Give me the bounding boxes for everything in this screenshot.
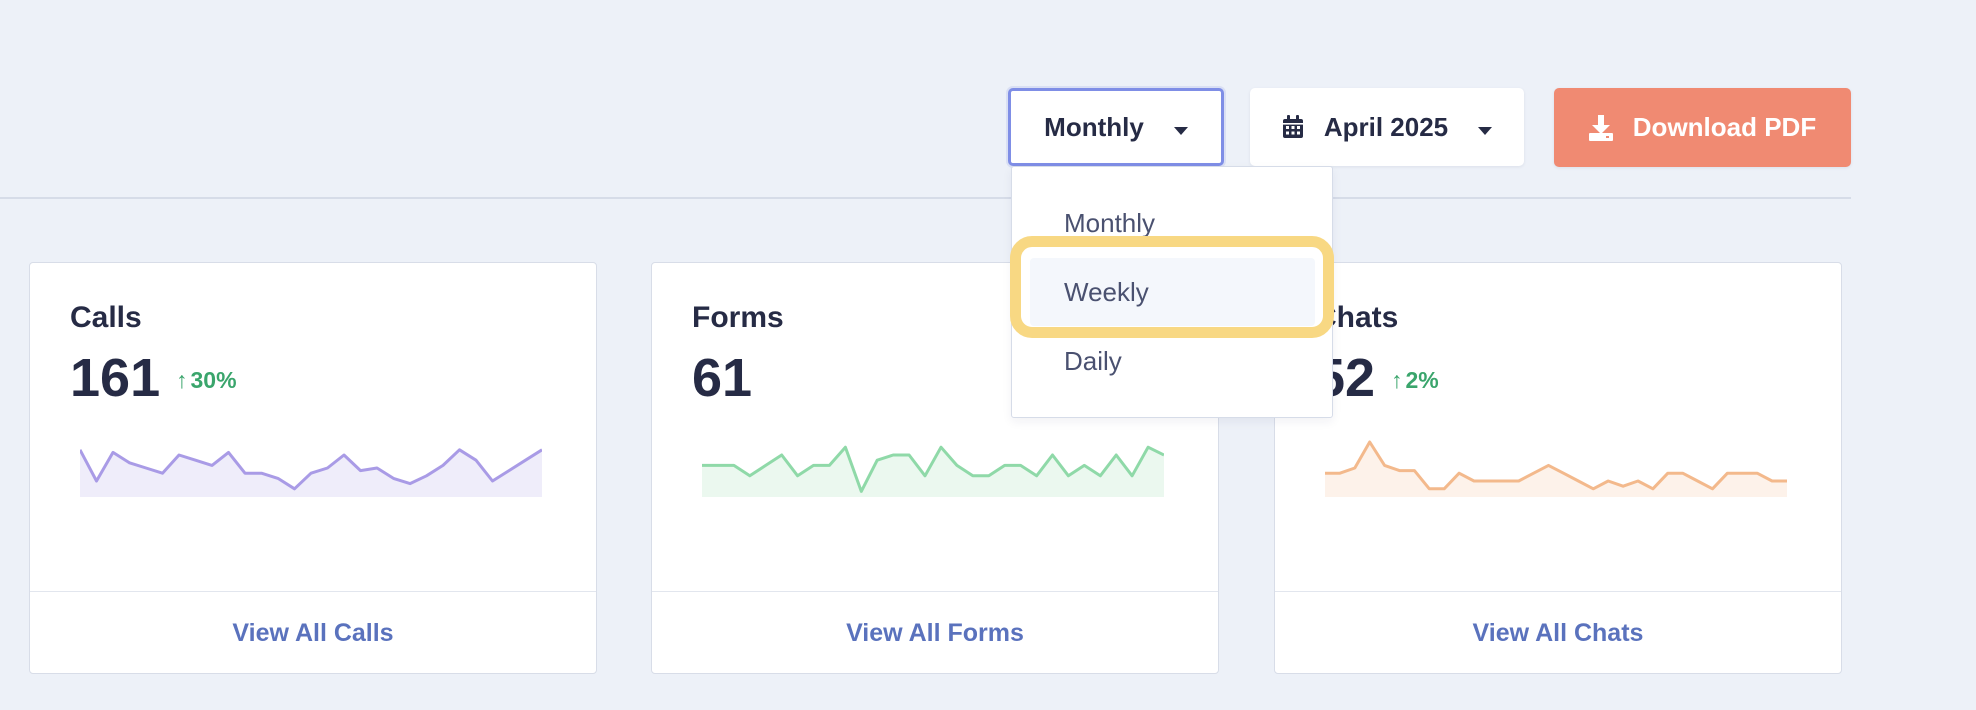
forms-sparkline: [702, 445, 1164, 497]
card-change: ↑ 30%: [176, 367, 237, 394]
card-title: Forms: [692, 301, 784, 334]
chats-sparkline: [1325, 440, 1787, 497]
calls-card: Calls 161 ↑ 30% View All Calls: [29, 262, 597, 674]
dropdown-option-monthly[interactable]: Monthly: [1030, 189, 1315, 257]
download-pdf-label: Download PDF: [1632, 112, 1817, 142]
card-change-value: 2%: [1405, 367, 1439, 393]
view-all-chats-link[interactable]: View All Chats: [1275, 591, 1841, 675]
card-value: 61: [692, 348, 753, 408]
dropdown-option-weekly[interactable]: Weekly: [1030, 258, 1315, 326]
dropdown-option-daily[interactable]: Daily: [1030, 327, 1315, 395]
period-select-label: Monthly: [1044, 111, 1144, 142]
card-value: 161: [70, 348, 161, 408]
card-change: ↑ 2%: [1391, 367, 1439, 394]
chevron-down-icon: [1173, 127, 1188, 135]
download-pdf-button[interactable]: Download PDF: [1554, 88, 1851, 167]
period-dropdown-menu: Monthly Weekly Daily: [1011, 166, 1333, 418]
download-icon: [1588, 114, 1613, 141]
chevron-down-icon: [1478, 127, 1493, 135]
card-change-value: 30%: [190, 367, 237, 393]
view-all-forms-link[interactable]: View All Forms: [652, 591, 1218, 675]
calendar-icon: [1282, 115, 1304, 139]
chats-card: Chats 52 ↑ 2% View All Chats: [1274, 262, 1842, 674]
arrow-up-icon: ↑: [176, 367, 188, 393]
arrow-up-icon: ↑: [1391, 367, 1403, 393]
card-title: Calls: [70, 301, 142, 334]
toolbar-divider: [0, 197, 1851, 199]
calls-sparkline: [80, 448, 542, 497]
month-select-label: April 2025: [1323, 111, 1449, 142]
view-all-calls-link[interactable]: View All Calls: [30, 591, 596, 675]
month-select-button[interactable]: April 2025: [1250, 88, 1524, 166]
period-select-button[interactable]: Monthly: [1008, 88, 1224, 166]
